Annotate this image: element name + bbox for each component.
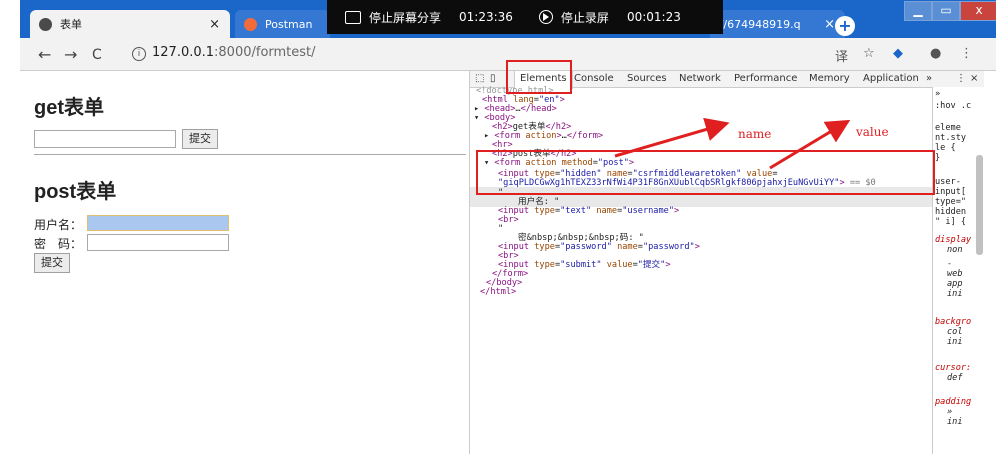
dom-line[interactable]: <input type="password" name="password"> (498, 242, 700, 253)
devtools-menu-icon[interactable]: ⋮ (956, 73, 966, 84)
desktop-edge-right (996, 0, 1007, 454)
tab-title: Postman (265, 17, 313, 31)
username-input[interactable] (87, 215, 229, 231)
screen-share-icon (345, 10, 361, 24)
tab-console[interactable]: Console (574, 73, 614, 84)
value-annotation: value (856, 125, 889, 139)
extension-icon[interactable]: ◆ (893, 46, 903, 61)
menu-icon[interactable]: ⋮ (960, 46, 973, 61)
tab-postman[interactable]: Postman (235, 10, 330, 38)
styles-pane: » :hov .c eleme nt.sty le {} user-input[type=… (932, 87, 985, 454)
stop-record-label: 停止录屏 (560, 10, 609, 25)
chrome-favicon-icon (39, 17, 52, 31)
post-submit-button[interactable]: 提交 (34, 253, 70, 273)
style-rule-line[interactable]: hidden (935, 207, 966, 217)
styles-scrollbar[interactable] (976, 155, 983, 255)
star-icon[interactable]: ☆ (863, 46, 875, 61)
new-tab-button[interactable]: + (835, 16, 855, 36)
more-tabs-icon[interactable]: » (926, 73, 932, 84)
name-arrow (614, 117, 730, 158)
reload-icon[interactable]: C (92, 47, 102, 63)
get-form-title: get表单 (34, 97, 104, 119)
tab-sources[interactable]: Sources (627, 73, 667, 84)
style-rule-line[interactable]: backgro (935, 317, 971, 327)
info-icon[interactable]: i (132, 47, 146, 61)
screen-recording-bar: 停止屏幕分享 01:23:36 停止录屏 00:01:23 (327, 0, 723, 34)
password-input[interactable] (87, 234, 229, 251)
dom-line[interactable]: <input type="text" name="username"> (498, 206, 679, 217)
minimize-button[interactable]: ▁ (904, 1, 932, 21)
device-toggle-icon[interactable]: ▯ (490, 73, 496, 84)
share-timer: 01:23:36 (459, 10, 513, 24)
tab-memory[interactable]: Memory (809, 73, 850, 84)
style-rule-line[interactable]: :hov .c (935, 101, 971, 111)
stop-record-button[interactable]: 停止录屏 (538, 9, 609, 26)
url-field[interactable]: 127.0.0.1:8000/formtest/ (152, 45, 316, 60)
style-rule-line[interactable]: » (935, 89, 940, 99)
inspect-icon[interactable]: ⬚ (475, 73, 484, 84)
style-rule-line[interactable]: type=" (935, 197, 966, 207)
password-label: 密 码： (34, 237, 83, 251)
style-rule-line[interactable]: " i] { (935, 217, 966, 227)
style-rule-line[interactable]: ini (947, 417, 963, 427)
close-window-button[interactable]: x (960, 1, 998, 21)
devtools-close-icon[interactable]: × (970, 73, 978, 84)
style-rule-line[interactable]: nt.sty (935, 133, 966, 143)
style-rule-line[interactable]: - (947, 259, 952, 269)
close-tab-icon[interactable]: × (824, 17, 835, 32)
value-arrow (769, 119, 851, 170)
tab-application[interactable]: Application (863, 73, 919, 84)
style-rule-line[interactable]: app (947, 279, 963, 289)
style-rule-line[interactable]: cursor: (935, 363, 971, 373)
style-rule-line[interactable]: user- (935, 177, 961, 187)
name-annotation: name (738, 127, 772, 141)
url-path: :8000/formtest/ (214, 45, 316, 60)
url-host: 127.0.0.1 (152, 45, 215, 60)
style-rule-line[interactable]: non (947, 245, 963, 255)
tab-network[interactable]: Network (679, 73, 721, 84)
style-rule-line[interactable]: le { (935, 143, 956, 153)
style-rule-line[interactable]: web (947, 269, 963, 279)
record-timer: 00:01:23 (626, 10, 681, 24)
dom-line[interactable]: " (498, 224, 503, 235)
postman-favicon-icon (244, 17, 257, 31)
style-rule-line[interactable]: » (947, 407, 952, 417)
elements-tab-highlight (506, 60, 572, 94)
divider (34, 154, 466, 156)
post-form-title: post表单 (34, 181, 117, 203)
tab-form[interactable]: 表单 × (30, 10, 230, 38)
style-rule-line[interactable]: padding (935, 397, 971, 407)
profile-icon[interactable]: ● (930, 46, 941, 61)
forward-icon[interactable]: → (64, 45, 77, 64)
style-rule-line[interactable]: def (947, 373, 963, 383)
record-icon (538, 10, 553, 24)
stop-share-label: 停止屏幕分享 (369, 10, 442, 25)
username-label: 用户名： (34, 218, 83, 232)
style-rule-line[interactable]: } (935, 153, 940, 163)
get-form-input[interactable] (34, 130, 176, 148)
back-icon[interactable]: ← (38, 45, 51, 64)
page-viewport: get表单 提交 post表单 用户名： 密 码： 提交 (20, 71, 468, 454)
style-rule-line[interactable]: ini (947, 289, 963, 299)
annotation-arrows (614, 117, 851, 170)
stop-share-button[interactable]: 停止屏幕分享 (345, 9, 441, 26)
maximize-button[interactable]: ▭ (932, 1, 960, 21)
get-submit-button[interactable]: 提交 (182, 129, 218, 149)
style-rule-line[interactable]: col (947, 327, 963, 337)
tab-qq[interactable]: ://674948919.q × (710, 10, 845, 38)
tab-performance[interactable]: Performance (734, 73, 797, 84)
style-rule-line[interactable]: ini (947, 337, 963, 347)
tab-title: 表单 (60, 18, 82, 31)
style-rule-line[interactable]: input[ (935, 187, 966, 197)
style-rule-line[interactable]: display (935, 235, 971, 245)
translate-icon[interactable]: 译 (835, 46, 848, 65)
dom-line[interactable]: </html> (480, 287, 516, 298)
style-rule-line[interactable]: eleme (935, 123, 961, 133)
desktop-edge (0, 0, 21, 454)
tab-title: ://674948919.q (716, 17, 801, 31)
close-tab-icon[interactable]: × (209, 17, 220, 32)
